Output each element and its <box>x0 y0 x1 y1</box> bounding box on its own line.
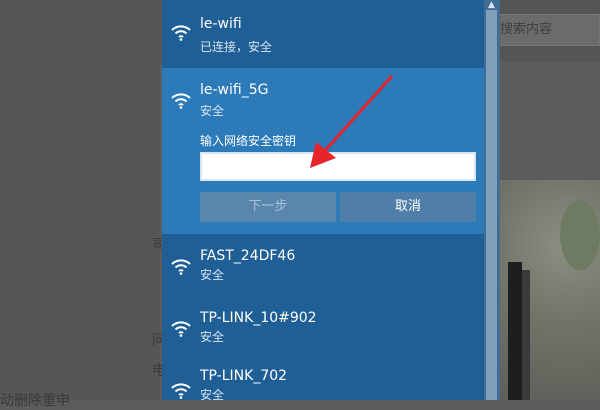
background-text-fragment: 动删除重申 <box>0 393 70 409</box>
scrollbar-thumb[interactable] <box>486 10 497 400</box>
security-key-label: 输入网络安全密钥 <box>200 134 297 148</box>
cancel-button[interactable]: 取消 <box>340 192 476 222</box>
network-name: TP-LINK_702 <box>200 368 288 384</box>
network-item-fast-24df46[interactable]: FAST_24DF46 安全 <box>162 234 484 296</box>
security-key-input[interactable] <box>200 152 476 181</box>
network-name: le-wifi <box>200 16 242 32</box>
background-left-area <box>0 0 160 400</box>
network-status: 安全 <box>200 268 225 282</box>
background-plant <box>560 200 600 270</box>
network-status: 安全 <box>200 330 225 344</box>
next-button[interactable]: 下一步 <box>200 192 336 222</box>
network-status: 已连接，安全 <box>200 40 273 54</box>
network-status: 安全 <box>200 104 225 118</box>
wifi-icon <box>171 259 191 275</box>
network-item-tp-link-10-902[interactable]: TP-LINK_10#902 安全 <box>162 296 484 358</box>
network-name: TP-LINK_10#902 <box>200 310 317 326</box>
wifi-icon <box>171 25 191 41</box>
wifi-icon <box>171 383 191 399</box>
network-item-le-wifi[interactable]: le-wifi 已连接，安全 <box>162 0 484 62</box>
network-status: 安全 <box>200 388 225 400</box>
network-name: le-wifi_5G <box>200 82 269 98</box>
wifi-icon <box>171 321 191 337</box>
wifi-flyout: le-wifi 已连接，安全 le-wifi_5G 安全 输入网络安全密钥 下一… <box>162 0 484 400</box>
background-object <box>508 262 522 400</box>
network-name: FAST_24DF46 <box>200 248 296 264</box>
network-item-tp-link-702[interactable]: TP-LINK_702 安全 <box>162 358 484 400</box>
wifi-icon <box>171 93 191 109</box>
background-object-shadow <box>522 270 530 400</box>
scroll-up-arrow-icon[interactable]: ▲ <box>486 0 497 10</box>
